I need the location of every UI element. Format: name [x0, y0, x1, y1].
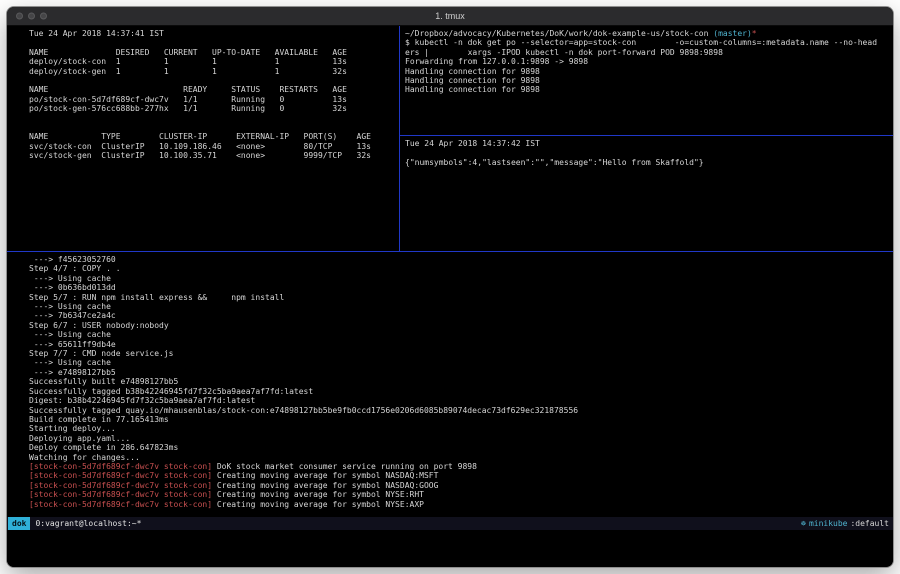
pane-skaffold-log[interactable]: ---> f45623052760Step 4/7 : COPY . . ---… [7, 251, 893, 517]
terminal-line: NAME READY STATUS RESTARTS AGE [29, 85, 395, 94]
close-button[interactable] [16, 13, 23, 20]
terminal-line [405, 148, 889, 157]
terminal-line: Handling connection for 9898 [405, 76, 889, 85]
terminal-line: ---> 7b6347ce2a4c [29, 311, 889, 320]
terminal-line: ---> Using cache [29, 330, 889, 339]
terminal-line: ---> Using cache [29, 358, 889, 367]
terminal-line: [stock-con-5d7df689cf-dwc7v stock-con] C… [29, 481, 889, 490]
window-controls [16, 13, 47, 20]
pane-kubectl-get-output[interactable]: Tue 24 Apr 2018 14:37:41 IST NAME DESIRE… [7, 26, 400, 251]
terminal-line: [stock-con-5d7df689cf-dwc7v stock-con] C… [29, 500, 889, 509]
terminal-empty-area [7, 530, 893, 567]
terminal-window: 1. tmux Tue 24 Apr 2018 14:37:41 IST NAM… [7, 7, 893, 567]
terminal-line: ---> e74898127bb5 [29, 368, 889, 377]
kube-context-label: minikube [809, 517, 848, 530]
terminal-line: Handling connection for 9898 [405, 67, 889, 76]
terminal-line: [stock-con-5d7df689cf-dwc7v stock-con] C… [29, 490, 889, 499]
terminal-body: Tue 24 Apr 2018 14:37:41 IST NAME DESIRE… [7, 26, 893, 567]
pane-service-watch[interactable]: Tue 24 Apr 2018 14:37:42 IST {"numsymbol… [400, 136, 893, 251]
window-title-bar[interactable]: 1. tmux [7, 7, 893, 26]
terminal-line: Tue 24 Apr 2018 14:37:41 IST [29, 29, 395, 38]
terminal-line: Step 4/7 : COPY . . [29, 264, 889, 273]
terminal-line: svc/stock-con ClusterIP 10.109.186.46 <n… [29, 142, 395, 151]
terminal-line [29, 38, 395, 47]
terminal-line: Step 5/7 : RUN npm install express && np… [29, 293, 889, 302]
terminal-line: Digest: b38b42246945fd7f32c5ba9aea7af7fd… [29, 396, 889, 405]
terminal-line: Handling connection for 9898 [405, 85, 889, 94]
window-title: 1. tmux [435, 11, 465, 21]
tmux-right-column: ~/Dropbox/advocacy/Kubernetes/DoK/work/d… [400, 26, 893, 251]
terminal-line: NAME TYPE CLUSTER-IP EXTERNAL-IP PORT(S)… [29, 132, 395, 141]
terminal-line: Successfully tagged quay.io/mhausenblas/… [29, 406, 889, 415]
terminal-line: {"numsymbols":4,"lastseen":"","message":… [405, 158, 889, 167]
terminal-line: po/stock-con-5d7df689cf-dwc7v 1/1 Runnin… [29, 95, 395, 104]
terminal-line: Starting deploy... [29, 424, 889, 433]
terminal-line: Watching for changes... [29, 453, 889, 462]
terminal-line: NAME DESIRED CURRENT UP-TO-DATE AVAILABL… [29, 48, 395, 57]
terminal-line [29, 123, 395, 132]
pane-port-forward[interactable]: ~/Dropbox/advocacy/Kubernetes/DoK/work/d… [400, 26, 893, 136]
minimize-button[interactable] [28, 13, 35, 20]
terminal-line: ~/Dropbox/advocacy/Kubernetes/DoK/work/d… [405, 29, 889, 38]
terminal-line: po/stock-gen-576cc688bb-277hx 1/1 Runnin… [29, 104, 395, 113]
zoom-button[interactable] [40, 13, 47, 20]
terminal-line: Tue 24 Apr 2018 14:37:42 IST [405, 139, 889, 148]
terminal-line: Deploy complete in 286.647823ms [29, 443, 889, 452]
terminal-line: ---> 0b636bd013dd [29, 283, 889, 292]
terminal-line: Forwarding from 127.0.0.1:9898 -> 9898 [405, 57, 889, 66]
terminal-line: $ kubectl -n dok get po --selector=app=s… [405, 38, 889, 47]
tmux-status-bar: dok 0:vagrant@localhost:~* ☸minikube:def… [7, 517, 893, 530]
terminal-line: [stock-con-5d7df689cf-dwc7v stock-con] C… [29, 471, 889, 480]
terminal-line: Build complete in 77.165413ms [29, 415, 889, 424]
status-right: ☸minikube:default [801, 517, 889, 530]
terminal-line: Successfully tagged b38b42246945fd7f32c5… [29, 387, 889, 396]
terminal-line: Step 7/7 : CMD node service.js [29, 349, 889, 358]
terminal-line: ---> Using cache [29, 302, 889, 311]
window-list-item[interactable]: 0:vagrant@localhost:~* [35, 517, 141, 530]
terminal-line: ---> f45623052760 [29, 255, 889, 264]
terminal-line: ---> 65611ff9db4e [29, 340, 889, 349]
terminal-line: deploy/stock-con 1 1 1 1 13s [29, 57, 395, 66]
terminal-line: ---> Using cache [29, 274, 889, 283]
session-name-badge: dok [8, 517, 30, 530]
terminal-line: deploy/stock-gen 1 1 1 1 32s [29, 67, 395, 76]
terminal-line: svc/stock-gen ClusterIP 10.100.35.71 <no… [29, 151, 395, 160]
kubernetes-icon: ☸ [801, 517, 806, 530]
terminal-line [29, 76, 395, 85]
terminal-line: Successfully built e74898127bb5 [29, 377, 889, 386]
terminal-line: [stock-con-5d7df689cf-dwc7v stock-con] D… [29, 462, 889, 471]
terminal-line: Deploying app.yaml... [29, 434, 889, 443]
tmux-top-row: Tue 24 Apr 2018 14:37:41 IST NAME DESIRE… [7, 26, 893, 251]
terminal-line: ers | xargs -IPOD kubectl -n dok port-fo… [405, 48, 889, 57]
kube-namespace-label: :default [850, 517, 889, 530]
terminal-line: Step 6/7 : USER nobody:nobody [29, 321, 889, 330]
terminal-line [29, 114, 395, 123]
